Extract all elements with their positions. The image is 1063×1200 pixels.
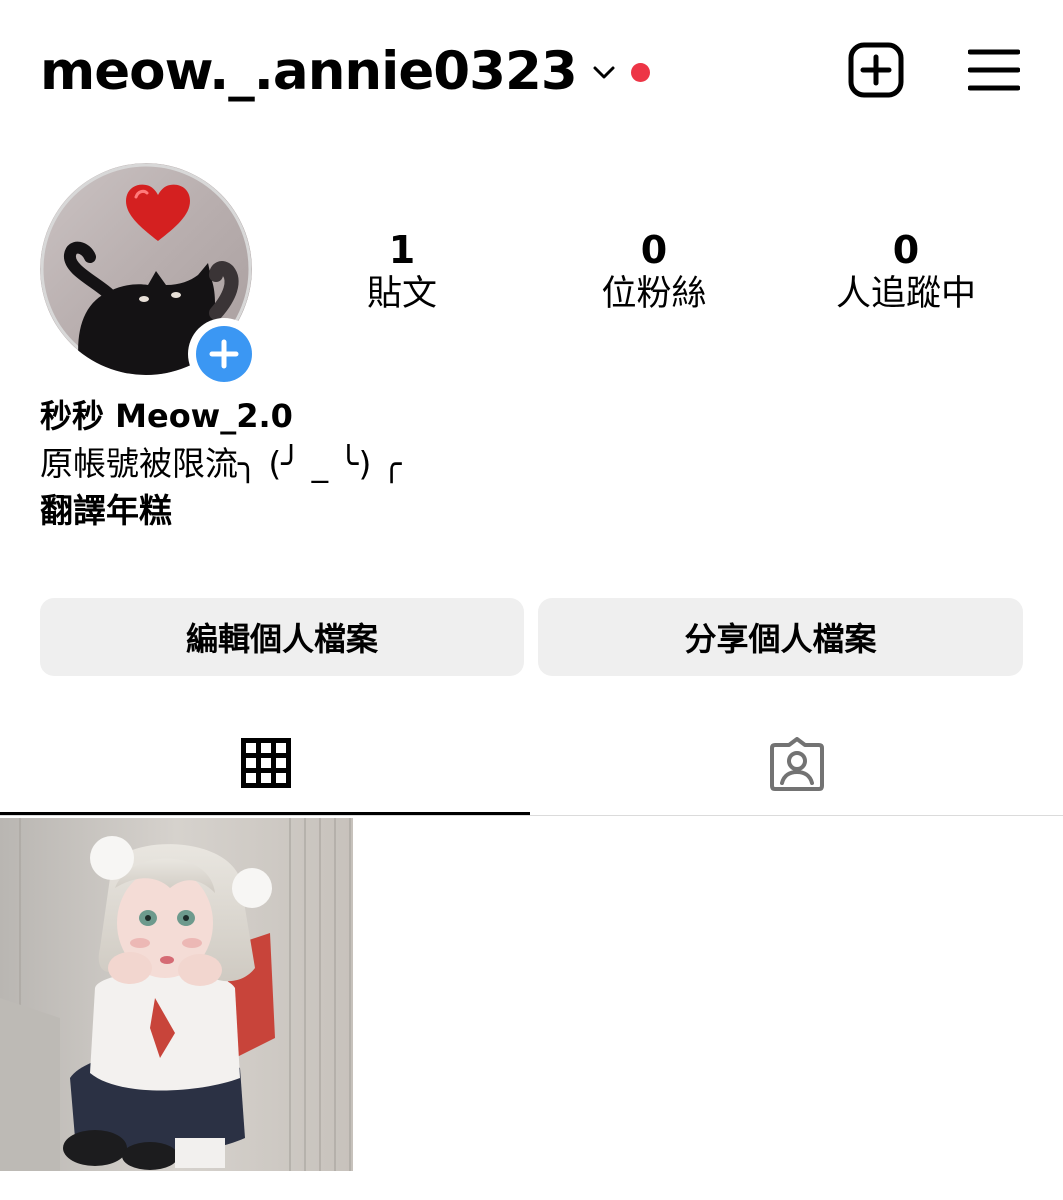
add-story-button[interactable]: [188, 318, 260, 390]
posts-label: 貼文: [366, 274, 437, 314]
profile-header: meow._.annie0323: [40, 34, 1025, 110]
plus-icon: [209, 339, 239, 369]
followers-label: 位粉絲: [601, 274, 707, 314]
following-count: 0: [892, 228, 920, 272]
hamburger-menu-icon[interactable]: [968, 45, 1020, 95]
tagged-person-icon: [770, 737, 824, 791]
notification-dot: [630, 62, 650, 82]
followers-count: 0: [640, 228, 668, 272]
profile-bio: 秒秒 Meow_2.0 原帳號被限流╮ (╯ _ ╰) ╭ 翻譯年糕: [40, 393, 1020, 533]
add-story-circle: [196, 326, 252, 382]
plus-square-icon[interactable]: [848, 42, 904, 98]
username: meow._.annie0323: [40, 41, 578, 102]
posts-stat[interactable]: 1 貼文: [292, 228, 512, 316]
posts-count: 1: [388, 228, 416, 272]
bio-text-bold: 翻譯年糕: [40, 491, 172, 530]
tab-tagged[interactable]: [530, 700, 1063, 814]
tab-posts-grid[interactable]: [0, 700, 530, 814]
bio-text: 原帳號被限流╮ (╯ _ ╰) ╭: [40, 444, 402, 483]
tabs-divider: [0, 815, 1063, 816]
edit-profile-button[interactable]: 編輯個人檔案: [40, 598, 524, 676]
account-switcher[interactable]: meow._.annie0323: [40, 34, 650, 110]
post-thumbnail[interactable]: [0, 818, 353, 1171]
share-profile-button[interactable]: 分享個人檔案: [538, 598, 1023, 676]
grid-icon: [241, 738, 291, 788]
following-stat[interactable]: 0 人追蹤中: [796, 228, 1016, 316]
profile-page: meow._.annie0323 1 貼文 0 位粉絲 0 人追蹤中 秒秒 Me…: [0, 0, 1063, 1200]
chevron-down-icon: [593, 66, 615, 79]
following-label: 人追蹤中: [835, 274, 976, 314]
display-name: 秒秒 Meow_2.0: [40, 397, 293, 435]
followers-stat[interactable]: 0 位粉絲: [544, 228, 764, 316]
